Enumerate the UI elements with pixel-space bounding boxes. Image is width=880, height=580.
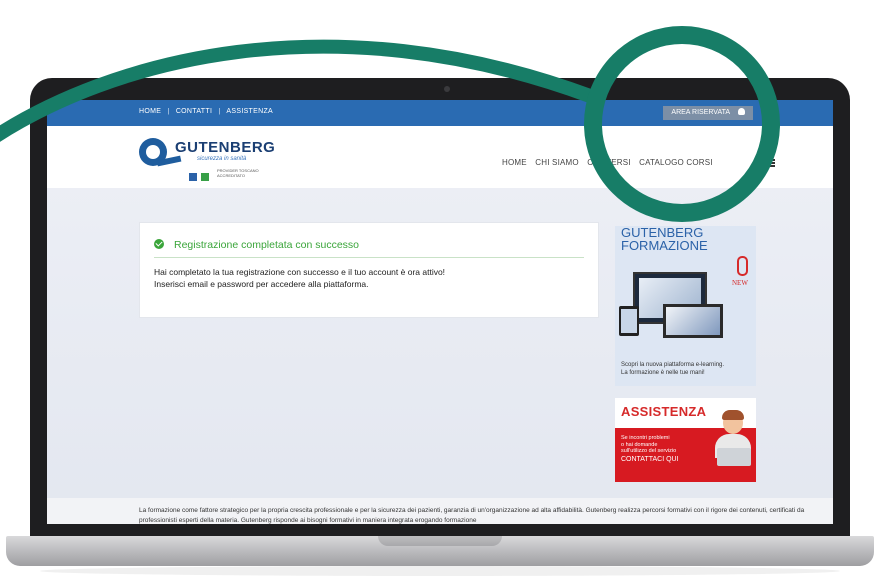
annotation-ring (584, 26, 780, 222)
annotation-arc-stroke (0, 39, 593, 142)
